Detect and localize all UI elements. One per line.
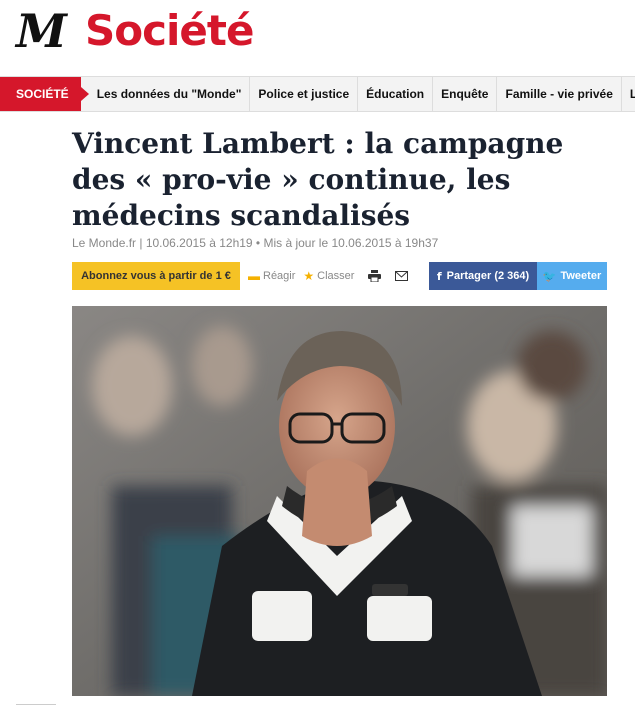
nav-item-enquete[interactable]: Enquête: [433, 77, 498, 111]
le-monde-logo[interactable]: M: [16, 4, 67, 58]
twitter-icon: 🐦: [542, 270, 557, 283]
tweet-button[interactable]: 🐦 Tweeter: [537, 262, 607, 290]
print-icon[interactable]: [368, 262, 382, 290]
nav-item-police-justice[interactable]: Police et justice: [250, 77, 359, 111]
nav-item-societe[interactable]: SOCIÉTÉ: [0, 77, 89, 111]
article-headline: Vincent Lambert : la campagne des « pro-…: [72, 127, 564, 232]
article-photo: [72, 306, 607, 696]
react-label: Réagir: [263, 270, 296, 282]
facebook-icon: f: [436, 269, 442, 283]
save-label: Classer: [317, 270, 355, 282]
facebook-share-label: Partager (2 364): [446, 270, 530, 282]
subscribe-button[interactable]: Abonnez vous à partir de 1 €: [72, 262, 240, 290]
save-button[interactable]: ★ Classer: [303, 262, 354, 290]
tweet-label: Tweeter: [560, 270, 602, 282]
facebook-share-button[interactable]: f Partager (2 364): [429, 262, 537, 290]
article-byline: Le Monde.fr | 10.06.2015 à 12h19 • Mis à…: [72, 236, 439, 250]
article-action-bar: Abonnez vous à partir de 1 € ▬ Réagir ★ …: [72, 262, 607, 290]
nav-item-truncated[interactable]: L: [622, 77, 635, 111]
star-icon: ★: [303, 269, 315, 283]
nav-item-famille[interactable]: Famille - vie privée: [497, 77, 622, 111]
nav-item-donnees[interactable]: Les données du "Monde": [81, 77, 251, 111]
masthead: M Société: [0, 0, 635, 76]
section-title[interactable]: Société: [85, 6, 254, 55]
mail-icon[interactable]: [395, 262, 409, 290]
section-nav: SOCIÉTÉ Les données du "Monde" Police et…: [0, 76, 635, 112]
nav-item-education[interactable]: Éducation: [358, 77, 434, 111]
photo-illustration: [72, 306, 607, 696]
comment-icon: ▬: [248, 269, 260, 283]
react-button[interactable]: ▬ Réagir: [248, 262, 295, 290]
